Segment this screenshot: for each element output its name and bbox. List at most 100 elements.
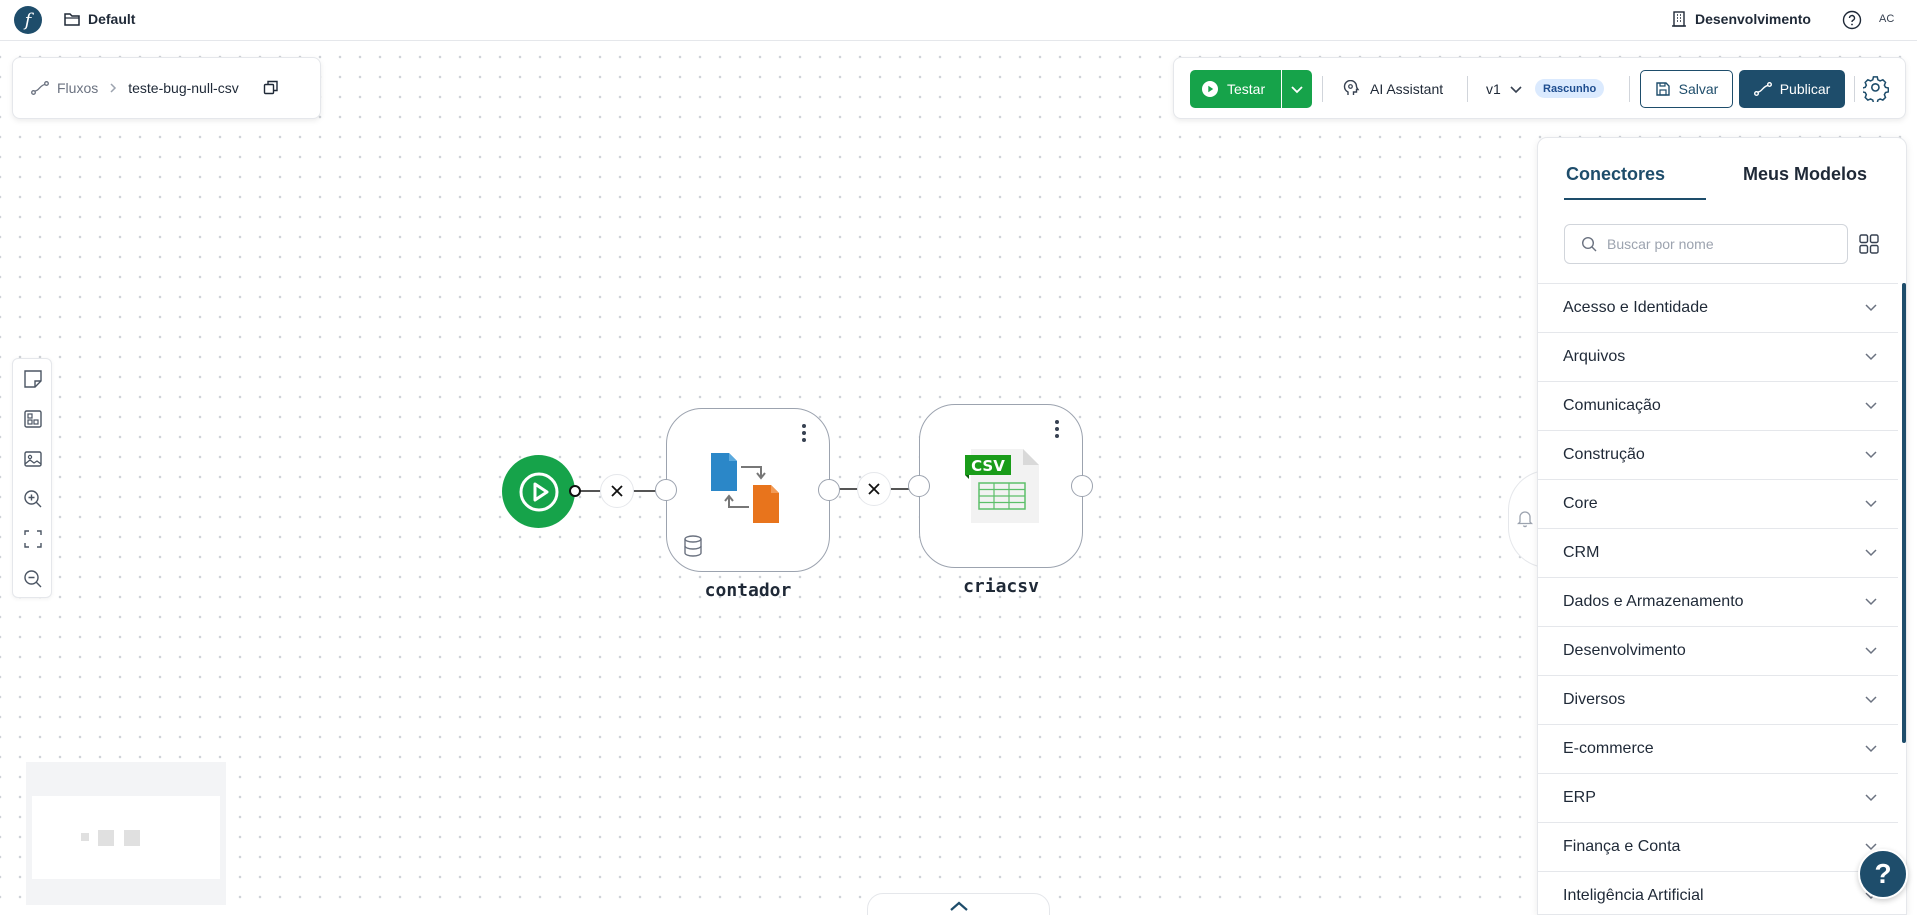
chevron-down-icon <box>1865 500 1877 508</box>
category-item[interactable]: Finança e Conta <box>1538 823 1898 872</box>
category-label: ERP <box>1563 789 1596 806</box>
toolbar-divider <box>1854 76 1855 102</box>
category-item[interactable]: Dados e Armazenamento <box>1538 578 1898 627</box>
delete-edge-button[interactable] <box>857 472 891 506</box>
category-label: Inteligência Artificial <box>1563 887 1704 904</box>
image-icon[interactable] <box>23 449 43 469</box>
category-label: Construção <box>1563 446 1645 463</box>
breadcrumb-flows-link[interactable]: Fluxos <box>31 80 98 96</box>
minimap-node <box>124 830 140 846</box>
more-vertical-icon[interactable] <box>801 423 807 443</box>
status-badge: Rascunho <box>1535 79 1605 98</box>
project-name: Default <box>88 11 136 27</box>
category-item[interactable]: CRM <box>1538 529 1898 578</box>
publish-label: Publicar <box>1779 81 1831 97</box>
more-vertical-icon[interactable] <box>1054 419 1060 439</box>
output-port[interactable] <box>818 479 840 501</box>
active-tab-indicator <box>1564 198 1706 200</box>
sticky-note-icon[interactable] <box>23 369 43 389</box>
toolbar-divider <box>1629 76 1630 102</box>
tab-connectors[interactable]: Conectores <box>1566 164 1665 185</box>
zoom-out-icon[interactable] <box>23 569 43 589</box>
file-transfer-icon <box>711 453 779 523</box>
category-item[interactable]: Comunicação <box>1538 382 1898 431</box>
ai-brain-icon <box>1343 80 1360 95</box>
help-chat-button[interactable]: ? <box>1858 849 1908 899</box>
minimap-node <box>98 830 114 846</box>
save-icon <box>1655 82 1670 96</box>
minimap-node <box>81 833 89 841</box>
start-trigger-node[interactable] <box>502 455 575 528</box>
category-item[interactable]: Desenvolvimento <box>1538 627 1898 676</box>
close-icon <box>611 485 623 497</box>
chevron-down-icon <box>1865 402 1877 410</box>
csv-badge: CSV <box>971 457 1005 475</box>
project-selector[interactable]: Default <box>64 11 135 27</box>
category-label: CRM <box>1563 544 1600 561</box>
output-port[interactable] <box>1071 475 1093 497</box>
chevron-up-icon <box>949 901 968 911</box>
minimap[interactable] <box>26 762 226 905</box>
chevron-down-icon <box>1865 353 1877 361</box>
test-dropdown-button[interactable] <box>1282 70 1312 108</box>
test-button[interactable]: Testar <box>1190 70 1281 108</box>
grid-view-icon[interactable] <box>1859 234 1879 254</box>
chevron-down-icon <box>1865 451 1877 459</box>
top-bar: f Default Desenvolvimento AC <box>0 0 1917 41</box>
category-label: Desenvolvimento <box>1563 642 1686 659</box>
publish-button[interactable]: Publicar <box>1739 70 1845 108</box>
canvas-tools <box>12 358 52 598</box>
help-icon[interactable] <box>1842 10 1862 35</box>
category-item[interactable]: Diversos <box>1538 676 1898 725</box>
csv-file-icon: CSV <box>965 445 1045 527</box>
flow-node-contador[interactable] <box>666 408 830 572</box>
zoom-in-icon[interactable] <box>23 489 43 509</box>
category-item[interactable]: Inteligência Artificial <box>1538 872 1898 914</box>
flow-node-criacsv[interactable]: CSV <box>919 404 1083 568</box>
search-icon <box>1581 236 1597 252</box>
input-port[interactable] <box>908 475 930 497</box>
environment-name: Desenvolvimento <box>1695 11 1811 27</box>
save-label: Salvar <box>1678 81 1719 97</box>
folder-icon <box>64 13 80 26</box>
connectors-panel: Conectores Meus Modelos Acesso e Identid… <box>1537 137 1907 915</box>
delete-edge-button[interactable] <box>600 474 634 508</box>
chevron-down-icon <box>1865 745 1877 753</box>
panel-scrollbar[interactable] <box>1902 283 1906 743</box>
play-circle-icon <box>1202 81 1218 97</box>
category-label: E-commerce <box>1563 740 1654 757</box>
breadcrumb: Fluxos teste-bug-null-csv <box>12 57 321 119</box>
settings-gear-icon[interactable] <box>1861 76 1890 107</box>
flow-icon <box>1753 82 1772 96</box>
category-label: Dados e Armazenamento <box>1563 593 1744 610</box>
category-item[interactable]: Acesso e Identidade <box>1538 284 1898 333</box>
category-item[interactable]: Core <box>1538 480 1898 529</box>
app-logo[interactable]: f <box>14 6 42 34</box>
input-port[interactable] <box>655 479 677 501</box>
search-field[interactable] <box>1564 224 1848 264</box>
user-avatar[interactable]: AC <box>1879 13 1894 25</box>
test-label: Testar <box>1227 81 1266 97</box>
fit-view-icon[interactable] <box>23 529 43 549</box>
layout-icon[interactable] <box>23 409 43 429</box>
chevron-down-icon <box>1865 598 1877 606</box>
toolbar-divider <box>1322 76 1323 102</box>
category-item[interactable]: Arquivos <box>1538 333 1898 382</box>
chevron-down-icon <box>1865 794 1877 802</box>
bottom-panel-toggle[interactable] <box>867 893 1050 915</box>
category-item[interactable]: Construção <box>1538 431 1898 480</box>
category-item[interactable]: E-commerce <box>1538 725 1898 774</box>
category-item[interactable]: ERP <box>1538 774 1898 823</box>
chevron-down-icon <box>1865 304 1877 312</box>
play-circle-icon <box>519 472 558 511</box>
version-selector[interactable]: v1 <box>1486 70 1523 108</box>
save-button[interactable]: Salvar <box>1640 70 1733 108</box>
chevron-right-icon <box>110 83 117 93</box>
copy-icon[interactable] <box>263 80 279 96</box>
database-icon <box>684 535 702 557</box>
ai-assistant-button[interactable]: AI Assistant <box>1342 70 1443 108</box>
search-input[interactable] <box>1607 236 1827 252</box>
environment-selector[interactable]: Desenvolvimento <box>1672 11 1811 27</box>
output-port[interactable] <box>569 485 581 497</box>
tab-my-templates[interactable]: Meus Modelos <box>1743 164 1867 185</box>
